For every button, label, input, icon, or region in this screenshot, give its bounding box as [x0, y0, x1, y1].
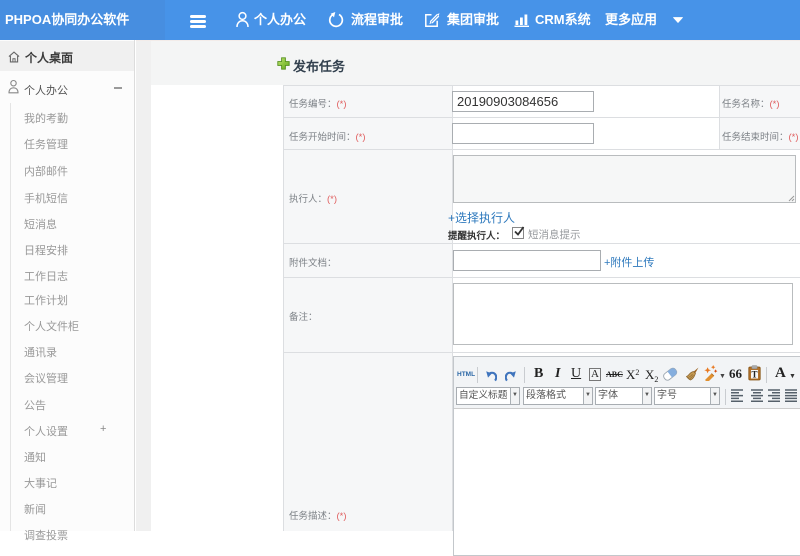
svg-text:T: T: [751, 369, 757, 379]
